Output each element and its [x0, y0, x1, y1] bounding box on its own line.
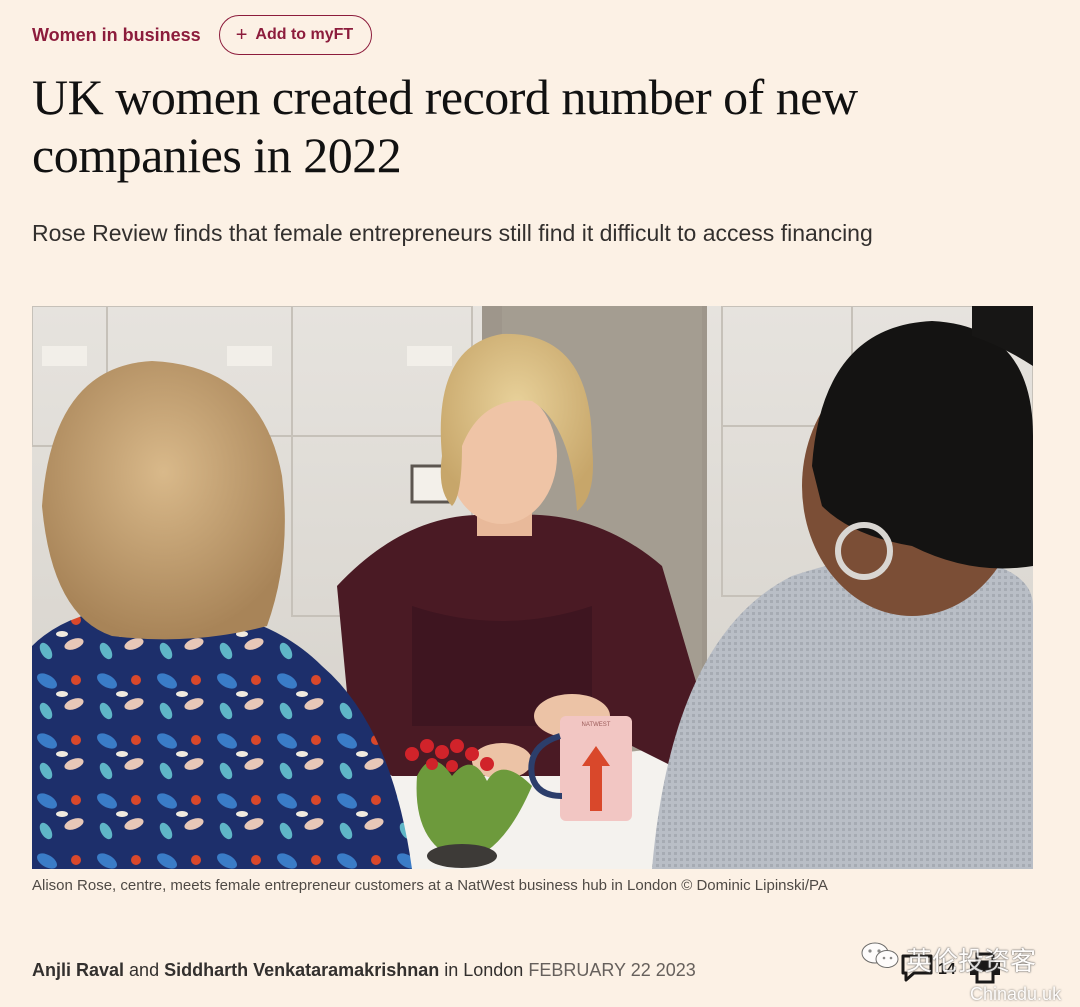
author-link-2[interactable]: Siddharth Venkataramakrishnan [164, 960, 439, 980]
comments-count: 14 [938, 961, 956, 978]
article-photo: NATWEST [32, 306, 1033, 869]
byline: Anjli Raval and Siddharth Venkataramakri… [32, 960, 696, 981]
comments-button[interactable]: 14 [900, 953, 956, 988]
byline-location: in London [444, 960, 524, 980]
speech-bubble-icon [900, 953, 934, 988]
author-link-1[interactable]: Anjli Raval [32, 960, 124, 980]
article-standfirst: Rose Review finds that female entreprene… [32, 220, 873, 246]
publish-date: FEBRUARY 22 2023 [528, 960, 696, 980]
add-to-myft-label: Add to myFT [255, 26, 354, 43]
photo-caption: Alison Rose, centre, meets female entrep… [32, 877, 828, 894]
print-button[interactable] [968, 952, 1002, 989]
mug-text: NATWEST [582, 722, 611, 728]
wechat-icon [860, 940, 900, 979]
plus-icon: + [235, 24, 248, 46]
topic-link[interactable]: Women in business [32, 25, 201, 46]
add-to-myft-button[interactable]: + Add to myFT [218, 15, 373, 55]
topic-row: Women in business + Add to myFT [32, 14, 373, 56]
byline-connector: and [129, 960, 160, 980]
printer-icon [968, 952, 1002, 989]
article-headline: UK women created record number of new co… [32, 69, 858, 183]
article-tools: 14 [900, 950, 1002, 990]
